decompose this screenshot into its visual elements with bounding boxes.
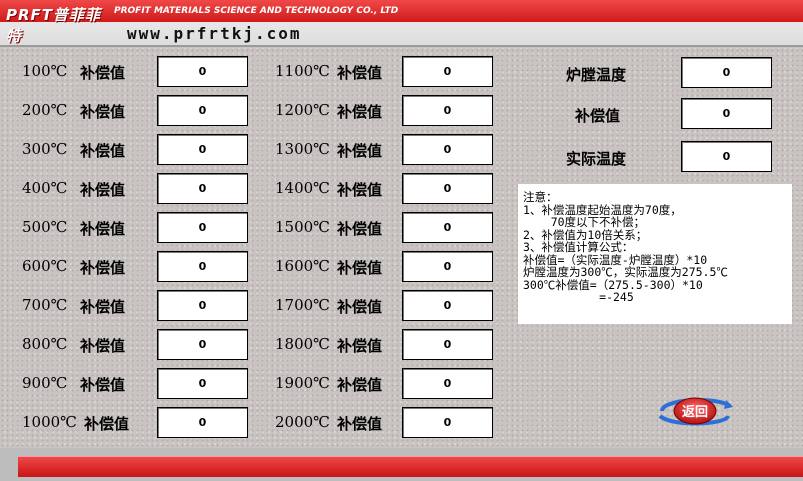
compensation-label: 补偿值 bbox=[337, 337, 383, 355]
temperature-label: 200℃ bbox=[22, 101, 68, 119]
temperature-label: 700℃ bbox=[22, 296, 68, 314]
compensation-label: 补偿值 bbox=[84, 415, 130, 433]
compensation-label: 补偿值 bbox=[80, 142, 126, 160]
compensation-value-field[interactable]: 0 bbox=[157, 95, 248, 126]
compensation-value-field[interactable]: 0 bbox=[157, 407, 248, 438]
notes-panel: 注意： 1、补偿温度起始温度为70度， 70度以下不补偿； 2、补偿值为10倍关… bbox=[518, 184, 792, 324]
note-line: 3、补偿值计算公式： bbox=[523, 240, 634, 254]
temperature-label: 100℃ bbox=[22, 62, 68, 80]
compensation-label: 补偿值 bbox=[337, 220, 383, 238]
back-button-label: 返回 bbox=[682, 405, 708, 420]
note-line: 注意： bbox=[523, 190, 558, 204]
temperature-label: 1400℃ bbox=[275, 179, 330, 197]
compensation-label: 补偿值 bbox=[337, 259, 383, 277]
compensation-label: 补偿值 bbox=[80, 298, 126, 316]
compensation-label: 补偿值 bbox=[80, 376, 126, 394]
temperature-label: 1700℃ bbox=[275, 296, 330, 314]
compensation-field[interactable]: 0 bbox=[681, 98, 772, 129]
back-button[interactable]: 返回 bbox=[656, 394, 734, 428]
temperature-label: 800℃ bbox=[22, 335, 68, 353]
temperature-label: 1900℃ bbox=[275, 374, 330, 392]
compensation-label: 补偿值 bbox=[80, 181, 126, 199]
compensation-value-field[interactable]: 0 bbox=[157, 134, 248, 165]
temperature-label: 300℃ bbox=[22, 140, 68, 158]
temperature-label: 1500℃ bbox=[275, 218, 330, 236]
compensation-value-field[interactable]: 0 bbox=[402, 368, 493, 399]
compensation-value-field[interactable]: 0 bbox=[157, 251, 248, 282]
temperature-label: 1200℃ bbox=[275, 101, 330, 119]
compensation-label: 补偿值 bbox=[80, 103, 126, 121]
temperature-label: 600℃ bbox=[22, 257, 68, 275]
company-url: www.prfrtkj.com bbox=[127, 24, 302, 43]
note-line: =-245 bbox=[523, 290, 634, 304]
compensation-label: 补偿值 bbox=[337, 298, 383, 316]
temperature-label: 500℃ bbox=[22, 218, 68, 236]
compensation-label: 补偿值 bbox=[337, 103, 383, 121]
compensation-value-field[interactable]: 0 bbox=[402, 95, 493, 126]
temperature-label: 1100℃ bbox=[275, 62, 330, 80]
note-line: 70度以下不补偿； bbox=[523, 215, 646, 229]
compensation-value-field[interactable]: 0 bbox=[402, 212, 493, 243]
actual-temp-field[interactable]: 0 bbox=[681, 141, 772, 172]
compensation-value-field[interactable]: 0 bbox=[157, 56, 248, 87]
compensation-label: 补偿值 bbox=[80, 64, 126, 82]
temperature-label: 400℃ bbox=[22, 179, 68, 197]
compensation-value-field[interactable]: 0 bbox=[402, 251, 493, 282]
compensation-value-field[interactable]: 0 bbox=[402, 290, 493, 321]
header-banner: PRFT普菲菲特 PROFIT MATERIALS SCIENCE AND TE… bbox=[0, 0, 803, 47]
compensation-value-field[interactable]: 0 bbox=[402, 407, 493, 438]
compensation-label: 补偿值 bbox=[337, 64, 383, 82]
note-line: 炉膛温度为300℃，实际温度为275.5℃ bbox=[523, 265, 728, 279]
actual-temp-label: 实际温度 bbox=[566, 150, 627, 168]
compensation-value-field[interactable]: 0 bbox=[157, 329, 248, 360]
temperature-label: 1800℃ bbox=[275, 335, 330, 353]
compensation-label: 补偿值 bbox=[337, 376, 383, 394]
furnace-temp-label: 炉膛温度 bbox=[566, 66, 627, 84]
compensation-value-field[interactable]: 0 bbox=[402, 56, 493, 87]
temperature-label: 2000℃ bbox=[275, 413, 330, 431]
compensation-label: 补偿值 bbox=[337, 415, 383, 433]
compensation-label: 补偿值 bbox=[80, 259, 126, 277]
compensation-label: 补偿值 bbox=[80, 220, 126, 238]
compensation-label: 补偿值 bbox=[80, 337, 126, 355]
compensation-value-field[interactable]: 0 bbox=[157, 290, 248, 321]
compensation-value-field[interactable]: 0 bbox=[402, 329, 493, 360]
temperature-label: 1600℃ bbox=[275, 257, 330, 275]
compensation-label: 补偿值 bbox=[575, 107, 621, 125]
compensation-value-field[interactable]: 0 bbox=[157, 368, 248, 399]
compensation-value-field[interactable]: 0 bbox=[157, 212, 248, 243]
compensation-label: 补偿值 bbox=[337, 142, 383, 160]
furnace-temp-field[interactable]: 0 bbox=[681, 57, 772, 88]
footer-bar bbox=[0, 448, 803, 481]
compensation-label: 补偿值 bbox=[337, 181, 383, 199]
compensation-value-field[interactable]: 0 bbox=[157, 173, 248, 204]
footer-red-bar bbox=[18, 456, 803, 477]
temperature-label: 900℃ bbox=[22, 374, 68, 392]
company-name: PROFIT MATERIALS SCIENCE AND TECHNOLOGY … bbox=[114, 6, 399, 16]
header-rule bbox=[0, 45, 803, 47]
company-logo: PRFT普菲菲特 bbox=[6, 6, 102, 45]
temperature-label: 1300℃ bbox=[275, 140, 330, 158]
compensation-value-field[interactable]: 0 bbox=[402, 134, 493, 165]
compensation-value-field[interactable]: 0 bbox=[402, 173, 493, 204]
temperature-label: 1000℃ bbox=[22, 413, 77, 431]
